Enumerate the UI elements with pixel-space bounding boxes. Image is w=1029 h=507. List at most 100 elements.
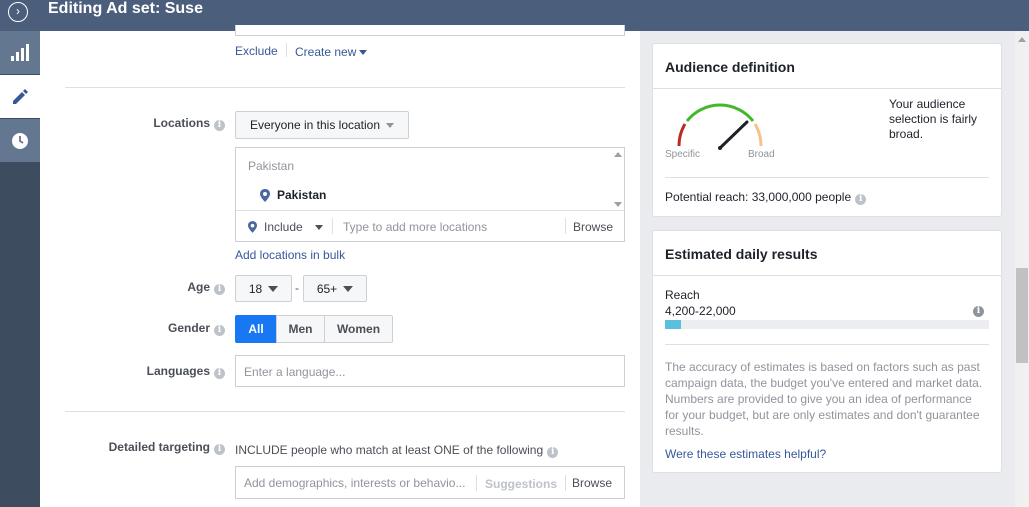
pencil-icon <box>13 88 28 104</box>
info-icon[interactable]: i <box>214 120 225 131</box>
age-max-value: 65+ <box>316 281 338 296</box>
gender-label-text: Gender <box>167 321 210 335</box>
rail-edit-button[interactable] <box>0 75 40 118</box>
age-separator: - <box>295 281 299 295</box>
location-group-heading: Pakistan <box>248 159 295 173</box>
scroll-down-icon <box>614 202 622 207</box>
card-divider <box>653 275 1001 276</box>
age-min-dropdown[interactable]: 18 <box>235 275 292 302</box>
info-icon[interactable]: i <box>214 444 225 455</box>
include-label: Include <box>264 220 303 234</box>
reach-bar-fill <box>665 320 682 329</box>
audience-description: Your audience selection is fairly broad. <box>889 97 978 141</box>
detailed-targeting-placeholder: Add demographics, interests or behavio..… <box>244 476 466 490</box>
reach-value: 4,200-22,000 <box>665 304 736 318</box>
estimates-disclaimer: The accuracy of estimates is based on fa… <box>665 360 983 438</box>
age-label-text: Age <box>187 280 210 294</box>
info-icon[interactable]: i <box>214 368 225 379</box>
chevron-right-circle-icon[interactable]: › <box>8 2 28 22</box>
create-new-link[interactable]: Create new <box>295 45 368 59</box>
languages-input[interactable]: Enter a language... <box>235 355 625 387</box>
section-divider <box>65 411 625 412</box>
page-title: Editing Ad set: Suse <box>48 0 203 17</box>
section-divider <box>65 87 625 88</box>
browse-separator <box>565 475 566 491</box>
languages-placeholder: Enter a language... <box>244 365 346 379</box>
link-separator <box>286 43 287 57</box>
audience-gauge <box>677 103 763 150</box>
estimated-results-title: Estimated daily results <box>665 246 818 262</box>
info-icon[interactable]: i <box>973 306 984 317</box>
map-pin-icon <box>260 188 270 202</box>
suggestions-separator <box>476 475 477 491</box>
info-icon[interactable]: i <box>855 194 867 205</box>
bar-chart-icon <box>11 43 29 61</box>
info-icon[interactable]: i <box>214 325 225 336</box>
browse-separator <box>565 218 566 234</box>
locations-label-text: Locations <box>153 116 210 130</box>
reach-label: Reach <box>665 288 700 302</box>
create-new-label: Create new <box>295 45 357 59</box>
detailed-targeting-label: Detailed targeting i <box>80 440 225 455</box>
card-divider <box>665 344 989 345</box>
languages-label: Languages i <box>100 364 225 379</box>
estimated-results-card: Estimated daily results Reach 4,200-22,0… <box>652 230 1002 473</box>
detailed-targeting-description: INCLUDE people who match at least ONE of… <box>235 443 559 458</box>
chevron-down-icon <box>386 122 395 128</box>
suggestions-button[interactable]: Suggestions <box>485 477 557 491</box>
selected-location-label: Pakistan <box>277 188 327 202</box>
estimates-helpful-link[interactable]: Were these estimates helpful? <box>665 447 826 461</box>
add-locations-bulk-link[interactable]: Add locations in bulk <box>235 248 345 262</box>
chevron-down-icon <box>314 224 323 230</box>
audience-definition-title: Audience definition <box>665 59 795 75</box>
clock-icon <box>12 132 28 149</box>
gauge-broad-label: Broad <box>748 149 775 160</box>
scroll-up-icon[interactable] <box>1018 37 1026 42</box>
include-separator <box>332 218 333 234</box>
info-icon[interactable]: i <box>547 447 559 458</box>
detailed-targeting-input[interactable]: Add demographics, interests or behavio..… <box>235 466 625 499</box>
detailed-targeting-label-text: Detailed targeting <box>108 440 210 454</box>
gender-women-button[interactable]: Women <box>324 315 393 343</box>
detailed-targeting-browse-button[interactable]: Browse <box>572 476 612 490</box>
card-divider <box>665 177 989 178</box>
exclude-link[interactable]: Exclude <box>235 44 278 58</box>
location-type-value: Everyone in this location <box>249 118 381 132</box>
locations-browse-button[interactable]: Browse <box>573 220 613 234</box>
age-min-value: 18 <box>248 281 263 296</box>
detailed-targeting-description-text: INCLUDE people who match at least ONE of… <box>235 443 544 457</box>
info-icon[interactable]: i <box>214 284 225 295</box>
scroll-up-icon <box>614 152 622 157</box>
card-divider <box>653 88 1001 89</box>
page-scrollbar[interactable] <box>1015 31 1029 507</box>
map-pin-icon <box>248 221 257 233</box>
rail-history-button[interactable] <box>0 119 40 162</box>
location-type-dropdown[interactable]: Everyone in this location <box>235 111 409 139</box>
locations-inner-divider <box>236 210 624 211</box>
left-rail <box>0 31 40 507</box>
chevron-down-icon <box>343 285 354 292</box>
gauge-specific-label: Specific <box>665 149 701 160</box>
languages-label-text: Languages <box>146 364 210 378</box>
potential-reach-text: Potential reach: 33,000,000 people <box>665 190 852 204</box>
chevron-down-icon <box>359 49 368 55</box>
locations-box: Pakistan Pakistan Include Type to add mo… <box>235 147 625 242</box>
include-dropdown[interactable]: Include <box>248 220 323 234</box>
scrollbar-thumb[interactable] <box>1016 268 1028 363</box>
age-label: Age i <box>100 280 225 295</box>
reach-bar <box>665 320 989 329</box>
location-search-input[interactable]: Type to add more locations <box>343 220 487 234</box>
locations-scrollbar[interactable] <box>614 152 622 207</box>
potential-reach: Potential reach: 33,000,000 people i <box>665 190 867 205</box>
selected-location[interactable]: Pakistan <box>260 188 326 202</box>
ad-set-form: Exclude Create new Locations i Everyone i… <box>40 25 640 507</box>
gender-all-button[interactable]: All <box>235 315 277 343</box>
gender-label: Gender i <box>100 321 225 336</box>
gauge-needle <box>718 120 749 150</box>
locations-label: Locations i <box>100 116 225 131</box>
gender-men-button[interactable]: Men <box>276 315 325 343</box>
age-max-dropdown[interactable]: 65+ <box>303 275 367 302</box>
rail-reports-button[interactable] <box>0 31 40 74</box>
custom-audience-input[interactable] <box>235 25 625 36</box>
chevron-down-icon <box>268 285 279 292</box>
